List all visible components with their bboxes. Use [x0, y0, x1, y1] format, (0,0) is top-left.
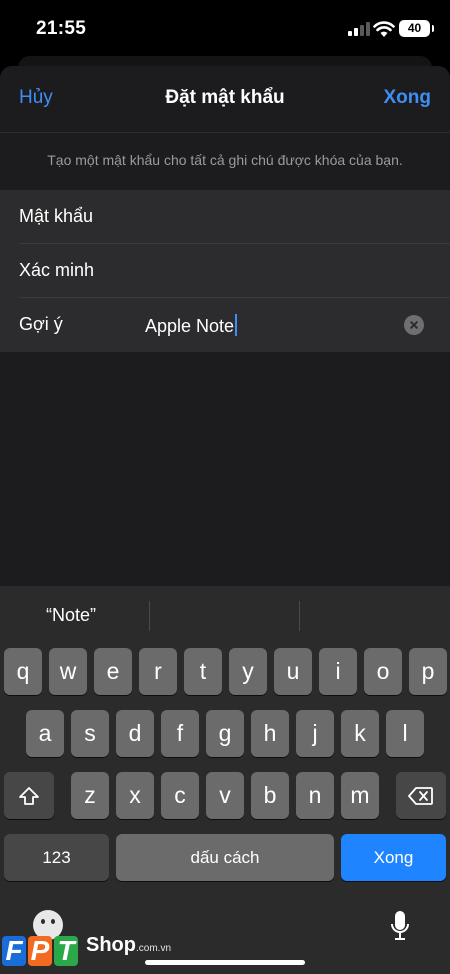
verify-label: Xác minh	[19, 260, 95, 280]
key-l[interactable]: l	[386, 710, 424, 757]
battery-icon: 40	[399, 20, 434, 37]
hint-field[interactable]: Gợi ý Apple Note	[0, 298, 450, 352]
password-field[interactable]: Mật khẩu	[0, 190, 450, 244]
wifi-icon	[373, 21, 395, 37]
key-w[interactable]: w	[49, 648, 87, 695]
shift-key[interactable]	[4, 772, 54, 819]
description-text: Tạo một mật khẩu cho tất cả ghi chú được…	[47, 152, 403, 168]
password-label: Mật khẩu	[19, 206, 94, 226]
status-bar: 21:55 40	[0, 0, 450, 58]
logo-letter: F	[2, 936, 26, 966]
suggestion-divider	[149, 601, 150, 631]
key-q[interactable]: q	[4, 648, 42, 695]
hint-input[interactable]: Apple Note	[145, 314, 238, 337]
numbers-key[interactable]: 123	[4, 834, 109, 881]
key-v[interactable]: v	[206, 772, 244, 819]
hint-label: Gợi ý	[19, 314, 63, 334]
key-b[interactable]: b	[251, 772, 289, 819]
key-g[interactable]: g	[206, 710, 244, 757]
key-z[interactable]: z	[71, 772, 109, 819]
microphone-icon[interactable]	[390, 910, 410, 944]
key-k[interactable]: k	[341, 710, 379, 757]
verify-field[interactable]: Xác minh	[0, 244, 450, 298]
key-d[interactable]: d	[116, 710, 154, 757]
nav-bar: Hủy Đặt mật khẩu Xong	[0, 66, 450, 132]
page-title: Đặt mật khẩu	[165, 87, 285, 108]
key-a[interactable]: a	[26, 710, 64, 757]
key-t[interactable]: t	[184, 648, 222, 695]
cellular-signal-icon	[348, 22, 370, 36]
key-i[interactable]: i	[319, 648, 357, 695]
hint-input-text: Apple Note	[145, 316, 235, 336]
key-s[interactable]: s	[71, 710, 109, 757]
space-key[interactable]: dấu cách	[116, 834, 334, 881]
done-button[interactable]: Xong	[384, 87, 432, 109]
text-cursor	[235, 314, 238, 336]
key-x[interactable]: x	[116, 772, 154, 819]
key-r[interactable]: r	[139, 648, 177, 695]
fptshop-logo: F P T Shop.com.vn	[0, 930, 200, 974]
suggestion-divider	[299, 601, 300, 631]
logo-domain: .com.vn	[136, 943, 172, 954]
suggestion-bar: “Note”	[0, 586, 450, 644]
password-form: Mật khẩu Xác minh Gợi ý Apple Note	[0, 190, 450, 352]
key-f[interactable]: f	[161, 710, 199, 757]
logo-letter: T	[54, 936, 78, 966]
key-c[interactable]: c	[161, 772, 199, 819]
status-time: 21:55	[36, 18, 87, 39]
key-m[interactable]: m	[341, 772, 379, 819]
suggestion-item[interactable]: “Note”	[46, 605, 96, 626]
key-u[interactable]: u	[274, 648, 312, 695]
done-key[interactable]: Xong	[341, 834, 446, 881]
logo-shop: Shop	[86, 934, 136, 956]
key-o[interactable]: o	[364, 648, 402, 695]
key-p[interactable]: p	[409, 648, 447, 695]
logo-shop-text: Shop.com.vn	[86, 934, 171, 957]
key-j[interactable]: j	[296, 710, 334, 757]
backspace-icon	[408, 786, 433, 805]
logo-letter: P	[28, 936, 52, 966]
key-e[interactable]: e	[94, 648, 132, 695]
key-n[interactable]: n	[296, 772, 334, 819]
clear-text-icon[interactable]	[404, 315, 424, 335]
key-h[interactable]: h	[251, 710, 289, 757]
delete-key[interactable]	[396, 772, 446, 819]
shift-icon	[19, 786, 39, 805]
key-y[interactable]: y	[229, 648, 267, 695]
